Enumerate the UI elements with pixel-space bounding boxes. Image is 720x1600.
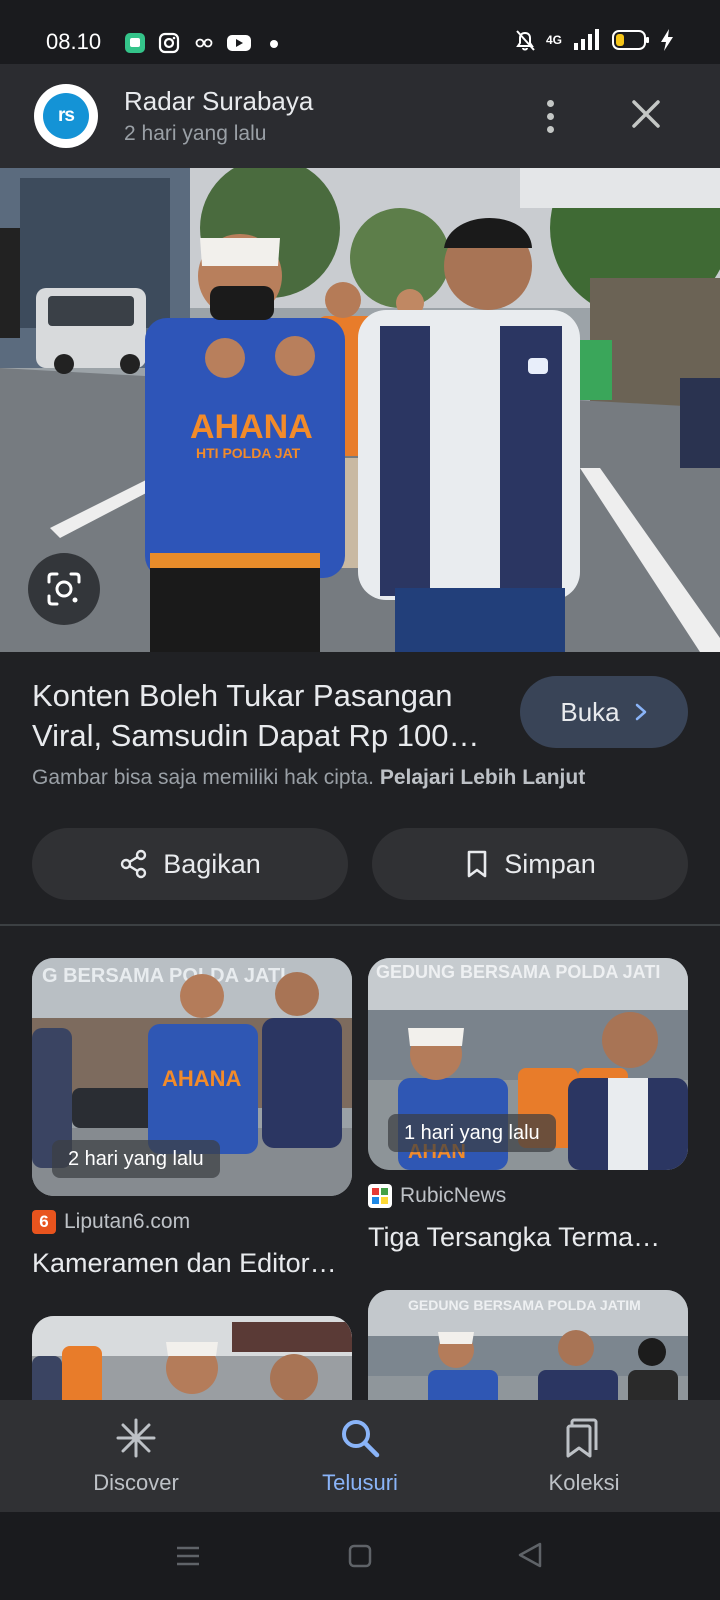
result-time-badge: 1 hari yang lalu bbox=[388, 1114, 556, 1152]
open-button-label: Buka bbox=[560, 696, 620, 727]
share-icon bbox=[121, 849, 147, 879]
banner-text: G BERSAMA POLDA JATI bbox=[42, 965, 286, 987]
hero-image[interactable]: AHANA HTI POLDA JAT bbox=[0, 168, 720, 652]
youtube-icon bbox=[227, 35, 251, 51]
link-icon bbox=[195, 38, 213, 48]
source-name[interactable]: Radar Surabaya bbox=[124, 86, 313, 117]
share-label: Bagikan bbox=[163, 848, 261, 879]
learn-more-link[interactable]: Pelajari Lebih Lanjut bbox=[380, 766, 585, 789]
chat-app-icon bbox=[125, 33, 145, 53]
result-source-name: Liputan6.com bbox=[64, 1210, 191, 1233]
vest-subtext: HTI POLDA JAT bbox=[196, 445, 301, 461]
hero-photo: AHANA HTI POLDA JAT bbox=[0, 168, 720, 652]
home-icon[interactable] bbox=[346, 1542, 374, 1570]
section-divider bbox=[0, 924, 720, 926]
banner-text: GEDUNG BERSAMA POLDA JATI bbox=[376, 962, 660, 982]
article-title[interactable]: Konten Boleh Tukar Pasangan Viral, Samsu… bbox=[32, 676, 502, 756]
open-button[interactable]: Buka bbox=[520, 676, 688, 748]
vest-text: AHANA bbox=[162, 1066, 242, 1091]
result-source-name: RubicNews bbox=[400, 1184, 507, 1207]
nav-koleksi-label: Koleksi bbox=[548, 1470, 620, 1495]
bookmark-icon bbox=[467, 850, 487, 878]
result-image-1[interactable]: G BERSAMA POLDA JATI AHANA 2 hari yang l… bbox=[32, 958, 352, 1196]
save-button[interactable]: Simpan bbox=[372, 828, 688, 900]
result-time-badge: 2 hari yang lalu bbox=[52, 1140, 220, 1178]
status-time: 08.10 bbox=[46, 29, 102, 54]
share-button[interactable]: Bagikan bbox=[32, 828, 348, 900]
source-logo[interactable]: rs bbox=[34, 84, 98, 148]
more-dot-icon bbox=[546, 112, 554, 120]
nav-telusuri[interactable]: Telusuri bbox=[260, 1416, 460, 1496]
more-dot-icon bbox=[546, 125, 554, 133]
source-timestamp: 2 hari yang lalu bbox=[124, 122, 267, 145]
menu-icon[interactable] bbox=[174, 1542, 202, 1570]
instagram-icon bbox=[158, 32, 180, 54]
collections-icon bbox=[566, 1418, 598, 1458]
close-icon[interactable] bbox=[626, 94, 666, 134]
lens-search-button[interactable] bbox=[28, 553, 100, 625]
result-source-2: RubicNews bbox=[368, 1184, 506, 1208]
banner-text: GEDUNG BERSAMA POLDA JATIM bbox=[408, 1297, 641, 1313]
lens-icon bbox=[47, 572, 81, 606]
nav-discover[interactable]: Discover bbox=[36, 1416, 236, 1496]
mute-icon bbox=[516, 30, 535, 51]
system-navigation-bar bbox=[0, 1512, 720, 1600]
copyright-note: Gambar bisa saja memiliki hak cipta. Pel… bbox=[32, 766, 585, 790]
bottom-navigation: Discover Telusuri Koleksi bbox=[0, 1400, 720, 1512]
chevron-right-icon bbox=[635, 703, 646, 721]
charging-icon bbox=[661, 29, 673, 51]
status-bar: 08.10 4G bbox=[0, 0, 720, 64]
liputan6-logo-icon: 6 bbox=[32, 1210, 56, 1234]
vest-text: AHANA bbox=[190, 408, 313, 446]
more-options-button[interactable] bbox=[532, 92, 568, 140]
copyright-text: Gambar bisa saja memiliki hak cipta. bbox=[32, 766, 374, 789]
more-dot-icon bbox=[546, 99, 554, 107]
rubicnews-mark-icon bbox=[372, 1188, 388, 1204]
status-icons-right: 4G bbox=[514, 28, 674, 52]
battery-low-icon bbox=[612, 30, 649, 50]
nav-discover-label: Discover bbox=[93, 1470, 179, 1495]
result-image-2[interactable]: GEDUNG BERSAMA POLDA JATI AHAN 1 hari ya… bbox=[368, 958, 688, 1170]
source-header: rs Radar Surabaya 2 hari yang lalu bbox=[0, 64, 720, 168]
save-label: Simpan bbox=[504, 848, 596, 879]
result-title-2[interactable]: Tiga Tersangka Terma… bbox=[368, 1222, 688, 1253]
network-label: 4G bbox=[545, 33, 562, 47]
result-source-1: 6 Liputan6.com bbox=[32, 1210, 190, 1234]
asterisk-icon bbox=[116, 1418, 156, 1458]
rubicnews-logo-icon bbox=[368, 1184, 392, 1208]
signal-icon bbox=[574, 29, 599, 50]
nav-telusuri-label: Telusuri bbox=[322, 1470, 398, 1495]
back-icon[interactable] bbox=[516, 1540, 544, 1570]
result-title-1[interactable]: Kameramen dan Editor… bbox=[32, 1248, 352, 1279]
nav-koleksi[interactable]: Koleksi bbox=[484, 1416, 684, 1496]
dot-icon bbox=[270, 40, 278, 48]
search-icon bbox=[342, 1420, 380, 1458]
logo-text: rs bbox=[43, 93, 89, 139]
